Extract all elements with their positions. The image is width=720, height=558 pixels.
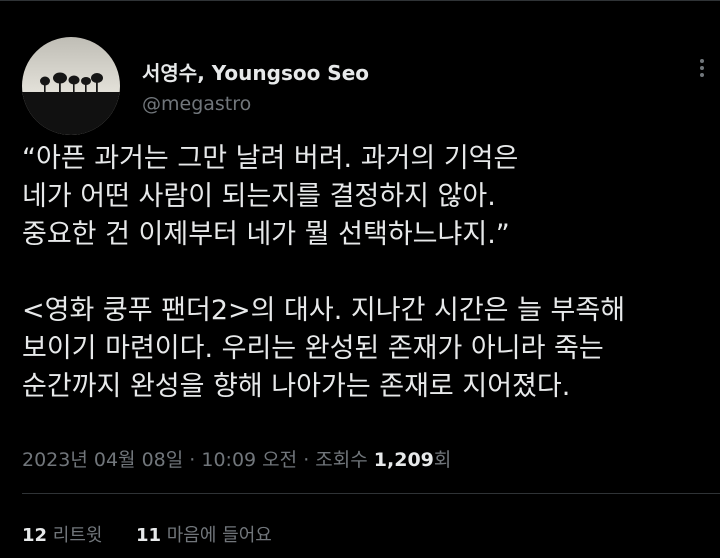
- tweet-time[interactable]: 10:09 오전: [201, 449, 297, 471]
- likes-label: 마음에 들어요: [166, 525, 272, 546]
- views-suffix: 회: [433, 449, 452, 471]
- tweet-line: 중요한 건 이제부터 네가 뭘 선택하느냐지.”: [22, 219, 510, 250]
- engagement-stats: 12 리트윗 11 마음에 들어요: [22, 521, 272, 547]
- more-options-button[interactable]: [690, 56, 714, 80]
- views-label: 조회수: [315, 449, 368, 471]
- divider: [22, 493, 720, 494]
- meta-separator: ·: [303, 449, 310, 471]
- author-display-name[interactable]: 서영수, Youngsoo Seo: [142, 57, 369, 86]
- retweets-label: 리트윗: [52, 525, 103, 546]
- retweets-stat[interactable]: 12 리트윗: [22, 525, 108, 546]
- top-border: [0, 0, 720, 1]
- tweet-line: 네가 어떤 사람이 되는지를 결정하지 않아.: [22, 181, 496, 212]
- tweet-paragraph-break: [22, 254, 712, 292]
- tweet-line: <영화 쿵푸 팬더2>의 대사. 지나간 시간은 늘 부족해: [22, 295, 626, 326]
- avatar[interactable]: [22, 37, 120, 135]
- views-count: 1,209: [373, 449, 434, 471]
- more-dot-icon: [700, 66, 704, 70]
- avatar-landscape-image: [22, 37, 120, 135]
- likes-count: 11: [135, 525, 162, 546]
- likes-stat[interactable]: 11 마음에 들어요: [136, 525, 272, 546]
- tweet-line: 순간까지 완성을 향해 나아가는 존재로 지어졌다.: [22, 371, 571, 402]
- tweet-text: “아픈 과거는 그만 날려 버려. 과거의 기억은 네가 어떤 사람이 되는지를…: [22, 140, 712, 406]
- tweet-line: “아픈 과거는 그만 날려 버려. 과거의 기억은: [22, 143, 519, 174]
- author-handle[interactable]: @megastro: [142, 93, 251, 115]
- more-dot-icon: [700, 73, 704, 77]
- more-dot-icon: [700, 59, 704, 63]
- meta-separator: ·: [189, 449, 196, 471]
- tweet-line: 보이기 마련이다. 우리는 완성된 존재가 아니라 죽는: [22, 333, 604, 364]
- retweets-count: 12: [22, 525, 48, 546]
- tweet-meta: 2023년 04월 08일 · 10:09 오전 · 조회수 1,209회: [22, 445, 451, 472]
- tweet-date[interactable]: 2023년 04월 08일: [22, 449, 183, 471]
